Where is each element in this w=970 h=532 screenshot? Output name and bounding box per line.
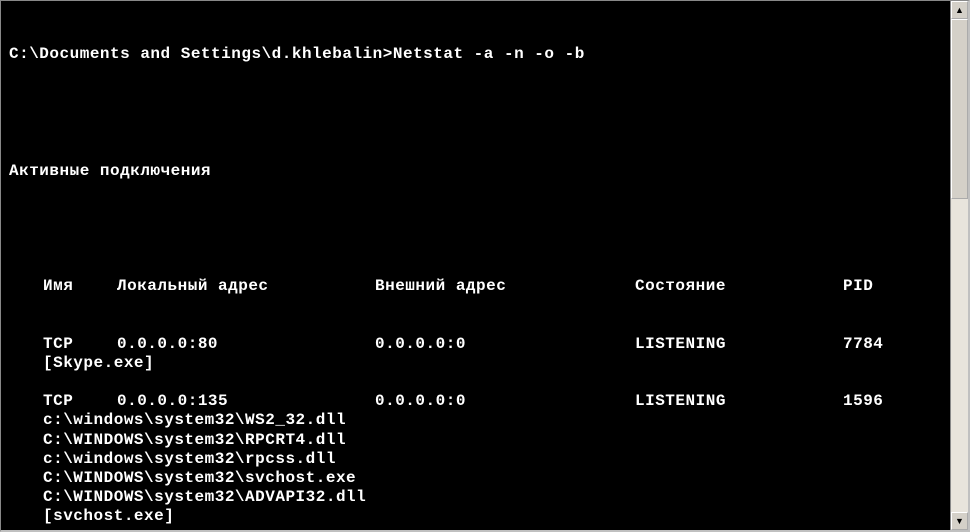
process-path: C:\WINDOWS\system32\svchost.exe bbox=[43, 469, 356, 488]
connection-row: TCP0.0.0.0:1350.0.0.0:0LISTENING1596 bbox=[9, 392, 942, 411]
process-detail-line: [Skype.exe] bbox=[9, 354, 942, 373]
cell-pid: 7784 bbox=[843, 335, 883, 354]
connections-list: TCP0.0.0.0:800.0.0.0:0LISTENING7784[Skyp… bbox=[9, 335, 942, 530]
header-proto: Имя bbox=[43, 277, 117, 296]
process-path: c:\windows\system32\WS2_32.dll bbox=[43, 411, 346, 430]
cell-proto: TCP bbox=[43, 392, 117, 411]
scrollbar-thumb[interactable] bbox=[951, 19, 968, 199]
header-local-address: Локальный адрес bbox=[117, 277, 375, 296]
header-foreign-address: Внешний адрес bbox=[375, 277, 635, 296]
scrollbar-up-button[interactable]: ▲ bbox=[951, 1, 968, 19]
process-detail-line: [svchost.exe] bbox=[9, 507, 942, 526]
scrollbar-down-button[interactable]: ▼ bbox=[951, 512, 968, 530]
command-prompt-line: C:\Documents and Settings\d.khlebalin>Ne… bbox=[9, 45, 942, 64]
cell-state: LISTENING bbox=[635, 335, 843, 354]
header-pid: PID bbox=[843, 277, 873, 296]
cell-proto: TCP bbox=[43, 335, 117, 354]
cell-foreign-address: 0.0.0.0:0 bbox=[375, 392, 635, 411]
cell-local-address: 0.0.0.0:135 bbox=[117, 392, 375, 411]
cell-state: LISTENING bbox=[635, 392, 843, 411]
blank-line bbox=[9, 527, 942, 531]
blank-line bbox=[9, 105, 942, 124]
process-detail-line: c:\windows\system32\WS2_32.dll bbox=[9, 411, 942, 430]
cell-local-address: 0.0.0.0:80 bbox=[117, 335, 375, 354]
process-path: C:\WINDOWS\system32\RPCRT4.dll bbox=[43, 431, 346, 450]
header-state: Состояние bbox=[635, 277, 843, 296]
section-title: Активные подключения bbox=[9, 162, 942, 181]
command-prompt-window: C:\Documents and Settings\d.khlebalin>Ne… bbox=[0, 0, 970, 532]
terminal-output: C:\Documents and Settings\d.khlebalin>Ne… bbox=[1, 1, 950, 530]
cell-pid: 1596 bbox=[843, 392, 883, 411]
process-detail-line: c:\windows\system32\rpcss.dll bbox=[9, 450, 942, 469]
scrollbar-track[interactable] bbox=[951, 19, 968, 512]
connection-row: TCP0.0.0.0:800.0.0.0:0LISTENING7784 bbox=[9, 335, 942, 354]
process-path: [Skype.exe] bbox=[43, 354, 154, 373]
process-detail-line: C:\WINDOWS\system32\ADVAPI32.dll bbox=[9, 488, 942, 507]
table-header-row: Имя Локальный адрес Внешний адрес Состоя… bbox=[9, 277, 942, 296]
process-path: [svchost.exe] bbox=[43, 507, 174, 526]
blank-line bbox=[9, 373, 942, 392]
process-detail-line: C:\WINDOWS\system32\svchost.exe bbox=[9, 469, 942, 488]
vertical-scrollbar[interactable]: ▲ ▼ bbox=[950, 1, 968, 530]
cell-foreign-address: 0.0.0.0:0 bbox=[375, 335, 635, 354]
process-detail-line: C:\WINDOWS\system32\RPCRT4.dll bbox=[9, 431, 942, 450]
process-path: c:\windows\system32\rpcss.dll bbox=[43, 450, 336, 469]
process-path: C:\WINDOWS\system32\ADVAPI32.dll bbox=[43, 488, 366, 507]
blank-line bbox=[9, 220, 942, 239]
